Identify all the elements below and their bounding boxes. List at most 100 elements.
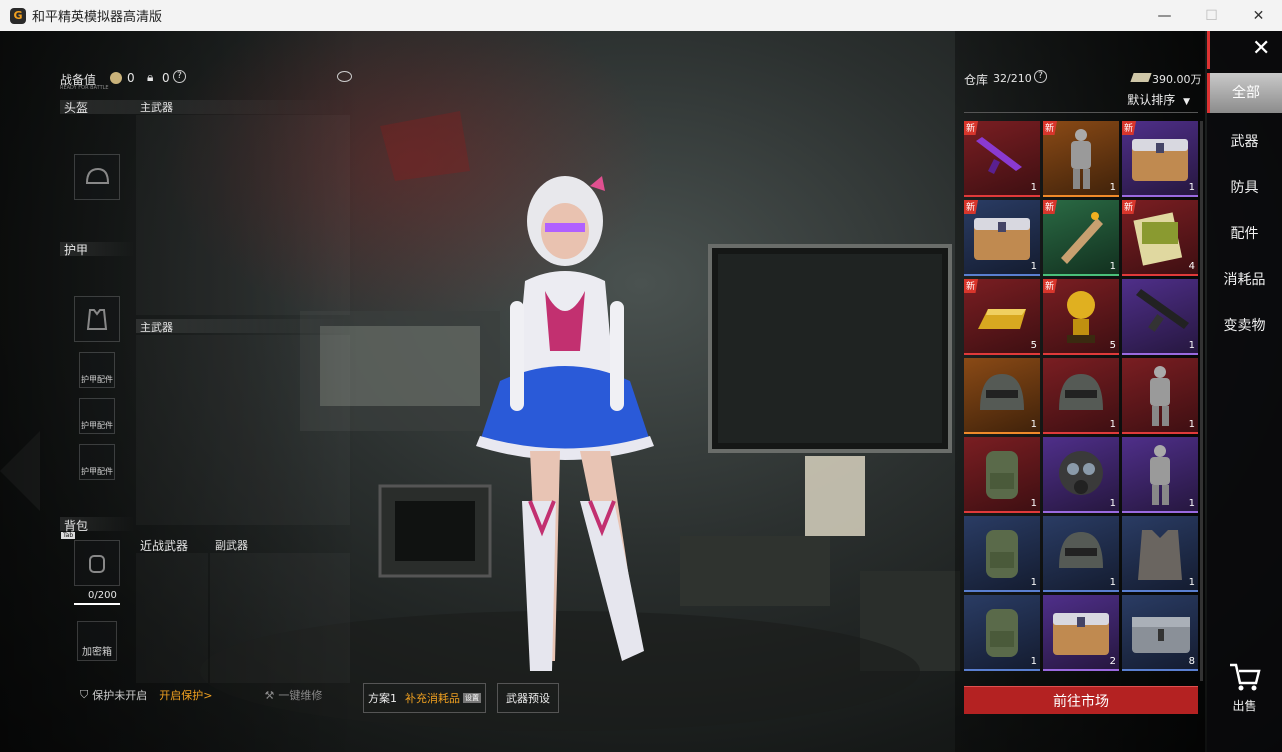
helmet-icon xyxy=(1059,374,1103,410)
repair-all-button[interactable]: 一键维修 xyxy=(278,687,322,703)
inventory-item[interactable]: 1 xyxy=(964,516,1040,592)
armor-attachment-slot-1[interactable]: 护甲配件 xyxy=(79,352,115,388)
combat-help-icon[interactable]: ? xyxy=(173,70,186,83)
bag-capacity-bar xyxy=(74,603,120,605)
refill-settings-tag[interactable]: 设置 xyxy=(463,693,481,703)
inventory-item[interactable]: 8 xyxy=(1122,595,1198,671)
inventory-item[interactable]: 1 xyxy=(1122,437,1198,513)
sell-button[interactable]: 出售 xyxy=(1207,661,1282,714)
category-tab[interactable]: 防具 xyxy=(1207,173,1282,203)
item-quantity: 1 xyxy=(1188,419,1195,430)
warehouse-help-icon[interactable]: ? xyxy=(1034,70,1047,83)
suit-icon xyxy=(1150,445,1170,505)
plan-box[interactable]: 方案1 补充消耗品 设置 xyxy=(363,683,486,713)
secondary-weapon-slot[interactable] xyxy=(210,553,350,683)
primary-weapon-label-1: 主武器 xyxy=(140,101,173,114)
inventory-item[interactable]: 新1 xyxy=(1043,121,1119,197)
grid-scrollbar[interactable] xyxy=(1200,121,1203,681)
repair-icon: ⚒ xyxy=(264,688,275,702)
inventory-item[interactable]: 1 xyxy=(1043,437,1119,513)
sort-dropdown[interactable]: 默认排序 ▼ xyxy=(964,89,1198,113)
category-tab[interactable]: 变卖物 xyxy=(1207,311,1282,341)
backpack-icon xyxy=(986,530,1018,578)
title-bar: G 和平精英模拟器高清版 — ☐ ✕ xyxy=(0,0,1282,31)
item-quantity: 1 xyxy=(1030,656,1037,667)
armor-attachment-slot-3[interactable]: 护甲配件 xyxy=(79,444,115,480)
item-quantity: 1 xyxy=(1030,261,1037,272)
inventory-item[interactable]: 新1 xyxy=(964,121,1040,197)
coin-icon xyxy=(110,72,122,84)
inventory-item[interactable]: 1 xyxy=(1122,516,1198,592)
category-tab[interactable]: 配件 xyxy=(1207,219,1282,249)
armor-slot[interactable] xyxy=(74,296,120,342)
game-viewport: 战备值 READY FOR BATTLE 0 🔒︎ 0 ? 头盔 主武器 护甲 … xyxy=(0,31,1282,752)
item-quantity: 1 xyxy=(1109,498,1116,509)
category-tab[interactable]: 全部 xyxy=(1207,73,1282,113)
close-icon[interactable]: ✕ xyxy=(1252,36,1270,61)
safe-box-slot[interactable]: 加密箱 xyxy=(77,621,117,661)
inventory-item[interactable]: 1 xyxy=(964,437,1040,513)
item-quantity: 1 xyxy=(1188,340,1195,351)
inventory-item[interactable]: 1 xyxy=(964,358,1040,434)
inventory-item[interactable]: 1 xyxy=(1122,358,1198,434)
helmet-band xyxy=(60,100,350,114)
app-icon: G xyxy=(10,7,26,24)
item-quantity: 1 xyxy=(1030,577,1037,588)
enable-protect-link[interactable]: 开启保护> xyxy=(159,687,212,703)
category-tab[interactable]: 武器 xyxy=(1207,127,1282,157)
lock-value: 0 xyxy=(162,71,170,85)
inventory-item[interactable]: 新4 xyxy=(1122,200,1198,276)
melee-weapon-label: 近战武器 xyxy=(140,539,189,553)
inventory-item[interactable]: 新1 xyxy=(1043,200,1119,276)
warehouse-count: 32/210 xyxy=(993,72,1032,85)
armor-slot-icon xyxy=(86,309,108,330)
eye-icon[interactable] xyxy=(337,71,352,82)
helmet-slot-icon xyxy=(85,167,109,184)
inventory-item[interactable]: 新1 xyxy=(964,200,1040,276)
go-to-market-button[interactable]: 前往市场 xyxy=(964,686,1198,714)
item-quantity: 1 xyxy=(1030,498,1037,509)
item-grid: 新1新1新1新1新1新4新5新51111111111128 xyxy=(964,121,1200,681)
backpack-slot[interactable] xyxy=(74,540,120,586)
category-tab[interactable]: 消耗品 xyxy=(1207,265,1282,295)
item-quantity: 1 xyxy=(1188,577,1195,588)
money-icon xyxy=(1130,73,1152,82)
armor-attachment-caption-3: 护甲配件 xyxy=(81,467,113,476)
shopping-cart-icon xyxy=(1229,663,1261,691)
melee-weapon-slot[interactable] xyxy=(136,553,208,683)
item-quantity: 1 xyxy=(1030,419,1037,430)
item-quantity: 5 xyxy=(1109,340,1116,351)
inventory-item[interactable]: 新5 xyxy=(964,279,1040,355)
smg-icon xyxy=(1136,289,1189,332)
armor-attachment-slot-2[interactable]: 护甲配件 xyxy=(79,398,115,434)
suit-icon xyxy=(1150,366,1170,426)
close-window-button[interactable]: ✕ xyxy=(1235,0,1282,31)
primary-weapon-slot-2[interactable] xyxy=(136,335,350,525)
vest-icon xyxy=(1138,530,1182,580)
close-accent xyxy=(1207,31,1210,69)
combat-value: 0 xyxy=(127,71,135,85)
helmet-icon xyxy=(1059,532,1103,568)
inventory-item[interactable]: 1 xyxy=(964,595,1040,671)
primary-weapon-slot-1[interactable] xyxy=(136,115,350,315)
safe-box-caption: 加密箱 xyxy=(82,647,112,658)
minimize-button[interactable]: — xyxy=(1141,0,1188,31)
inventory-item[interactable]: 1 xyxy=(1122,279,1198,355)
backpack-slot-icon xyxy=(89,555,105,573)
inventory-item[interactable]: 1 xyxy=(1043,358,1119,434)
sell-label: 出售 xyxy=(1232,699,1257,713)
inventory-item[interactable]: 2 xyxy=(1043,595,1119,671)
refill-button[interactable]: 补充消耗品 xyxy=(405,690,460,706)
item-quantity: 1 xyxy=(1188,498,1195,509)
helmet-slot[interactable] xyxy=(74,154,120,200)
backpack-icon xyxy=(986,609,1018,657)
inventory-item[interactable]: 1 xyxy=(1043,516,1119,592)
character-model xyxy=(476,176,654,671)
weapon-preset-button[interactable]: 武器预设 xyxy=(497,683,559,713)
bag-capacity: 0/200 xyxy=(88,590,117,601)
backpack-icon xyxy=(986,451,1018,499)
maximize-button[interactable]: ☐ xyxy=(1188,0,1235,31)
category-tabs: ✕ 出售 全部武器防具配件消耗品变卖物 xyxy=(1207,31,1282,752)
inventory-item[interactable]: 新5 xyxy=(1043,279,1119,355)
inventory-item[interactable]: 新1 xyxy=(1122,121,1198,197)
